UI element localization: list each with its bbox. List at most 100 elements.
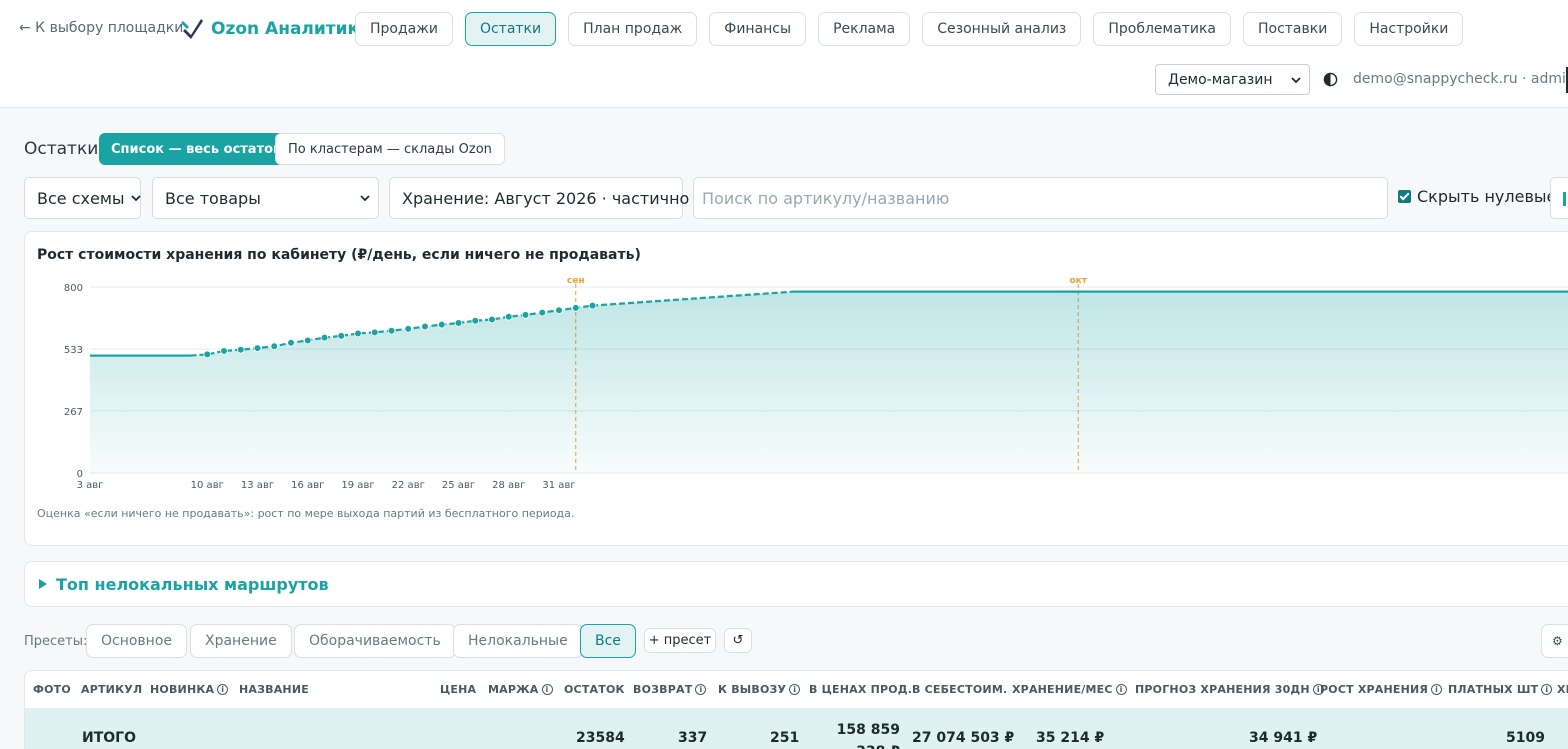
col-photo[interactable]: ФОТО: [33, 683, 71, 696]
col-storage-month[interactable]: ХРАНЕНИЕ/МЕС i: [1012, 683, 1127, 696]
mode-list-button[interactable]: Список — весь остаток: [99, 133, 294, 165]
preset-non-local[interactable]: Нелокальные: [453, 624, 583, 658]
x-tick-label: 10 авг: [191, 480, 224, 491]
storage-period-value: Хранение: Август 2026 · частично: [402, 188, 690, 208]
col-returns[interactable]: ВОЗВРАТ i: [633, 683, 707, 696]
info-icon[interactable]: i: [541, 684, 553, 695]
data-point: [488, 315, 496, 324]
x-tick-label: 13 авг: [241, 480, 274, 491]
reset-icon[interactable]: ↺: [724, 628, 752, 653]
total-storage-forecast: 34 941 ₽: [1249, 730, 1318, 746]
info-icon[interactable]: i: [1431, 684, 1443, 695]
user-info: demo@snappycheck.ru · admin: [1353, 71, 1568, 87]
storage-period-select[interactable]: Хранение: Август 2026 · частично: [389, 177, 705, 219]
info-icon[interactable]: i: [217, 684, 229, 695]
total-paid-units: 5109: [1506, 730, 1545, 746]
col-more[interactable]: ХР: [1557, 683, 1568, 696]
month-marker-label: сен: [567, 276, 585, 286]
theme-toggle-icon[interactable]: [1323, 72, 1338, 87]
storage-growth-chart: Рост стоимости хранения по кабинету (₽/д…: [24, 231, 1568, 546]
x-tick-label: 25 авг: [442, 480, 475, 491]
col-to-remove[interactable]: К ВЫВОЗУ i: [718, 683, 801, 696]
data-point: [437, 320, 446, 329]
data-point: [521, 311, 530, 319]
info-icon[interactable]: i: [1115, 684, 1127, 695]
table-total-row: ИТОГО 23584 337 251 158 859 338 ₽ 27 074…: [25, 708, 1568, 749]
data-point: [287, 339, 295, 347]
data-point: [220, 347, 228, 355]
store-select-value: Демо-магазин: [1168, 71, 1273, 88]
col-storage-forecast[interactable]: ПРОГНОЗ ХРАНЕНИЯ 30ДН i: [1135, 683, 1324, 696]
col-margin[interactable]: МАРЖА i: [488, 683, 553, 696]
search-input[interactable]: [693, 177, 1388, 219]
col-cost[interactable]: В СЕБЕСТОИМ.: [912, 683, 1007, 696]
x-tick-label: 28 авг: [492, 480, 525, 491]
data-point: [387, 326, 396, 335]
nav-seasonal[interactable]: Сезонный анализ: [922, 12, 1082, 46]
info-icon[interactable]: i: [789, 684, 801, 695]
nav-stock[interactable]: Остатки: [464, 12, 557, 46]
nav-sales-plan[interactable]: План продаж: [568, 12, 698, 46]
main-nav: Продажи Остатки План продаж Финансы Рекл…: [355, 12, 1475, 46]
y-tick-label: 800: [64, 283, 83, 294]
info-icon[interactable]: i: [695, 684, 707, 695]
col-new[interactable]: НОВИНКА i: [150, 683, 229, 696]
top-bar: ← К выбору площадки Ozon Аналитика Прода…: [0, 0, 1568, 108]
export-button[interactable]: [1550, 177, 1568, 219]
logo-check-icon: [181, 19, 203, 39]
preset-storage[interactable]: Хранение: [190, 624, 292, 658]
total-to-remove: 251: [770, 730, 800, 746]
stock-table: ФОТО АРТИКУЛ НОВИНКА i НАЗВАНИЕ ЦЕНА МАРЖ…: [24, 670, 1568, 749]
y-tick-label: 0: [77, 469, 83, 480]
preset-turnover[interactable]: Оборачиваемость: [294, 624, 456, 658]
data-point: [588, 301, 597, 310]
total-returns: 337: [678, 730, 708, 746]
nav-finance[interactable]: Финансы: [709, 12, 807, 46]
mode-clusters-button[interactable]: По кластерам — склады Ozon: [275, 133, 505, 165]
scheme-select-value: Все схемы: [37, 188, 125, 208]
back-to-platform-link[interactable]: ← К выбору площадки: [19, 20, 183, 36]
col-storage-growth[interactable]: РОСТ ХРАНЕНИЯ i: [1320, 683, 1443, 696]
hide-zero-checkbox[interactable]: [1398, 190, 1411, 203]
data-point: [454, 319, 463, 327]
scheme-select[interactable]: Все схемы: [24, 177, 141, 219]
col-price[interactable]: ЦЕНА: [440, 683, 476, 696]
preset-main[interactable]: Основное: [86, 624, 188, 658]
col-name[interactable]: НАЗВАНИЕ: [239, 683, 309, 696]
hide-zero-label: Скрыть нулевые: [1417, 187, 1557, 206]
settings-gear-icon[interactable]: ⚙: [1541, 624, 1568, 658]
col-paid-units[interactable]: ПЛАТНЫХ ШТ i: [1448, 683, 1553, 696]
total-stock: 23584: [576, 730, 625, 746]
chart-note: Оценка «если ничего не продавать»: рост …: [37, 507, 575, 520]
x-tick-label: 3 авг: [77, 480, 104, 491]
data-point: [270, 342, 279, 351]
page-title: Остатки: [24, 139, 99, 159]
store-select[interactable]: Демо-магазин: [1155, 64, 1310, 95]
x-tick-label: 22 авг: [392, 480, 425, 491]
expand-triangle-icon: [39, 579, 47, 589]
col-sku[interactable]: АРТИКУЛ: [81, 683, 142, 696]
add-preset-button[interactable]: + пресет: [644, 628, 716, 653]
data-point: [303, 336, 312, 345]
col-sale-prices[interactable]: В ЦЕНАХ ПРОД.: [809, 683, 912, 696]
total-sale-prices: 158 859 338 ₽: [836, 722, 900, 749]
info-icon[interactable]: i: [1541, 684, 1553, 695]
products-select[interactable]: Все товары: [152, 177, 379, 219]
non-local-routes-toggle[interactable]: Топ нелокальных маршрутов: [24, 561, 1568, 607]
nav-ads[interactable]: Реклама: [818, 12, 911, 46]
nav-problems[interactable]: Проблематика: [1093, 12, 1231, 46]
data-point: [471, 316, 480, 325]
nav-supplies[interactable]: Поставки: [1242, 12, 1343, 46]
data-point: [320, 333, 329, 342]
preset-all[interactable]: Все: [580, 624, 636, 658]
hide-zero-toggle[interactable]: Скрыть нулевые: [1398, 187, 1556, 206]
app-logo[interactable]: Ozon Аналитика: [181, 17, 371, 41]
nav-settings[interactable]: Настройки: [1354, 12, 1464, 46]
col-stock[interactable]: ОСТАТОК: [564, 683, 625, 696]
data-point: [571, 304, 580, 312]
nav-sales[interactable]: Продажи: [355, 12, 453, 46]
x-tick-label: 19 авг: [341, 480, 374, 491]
series-area: [90, 291, 1568, 473]
data-point: [253, 344, 262, 352]
data-point: [203, 350, 212, 359]
